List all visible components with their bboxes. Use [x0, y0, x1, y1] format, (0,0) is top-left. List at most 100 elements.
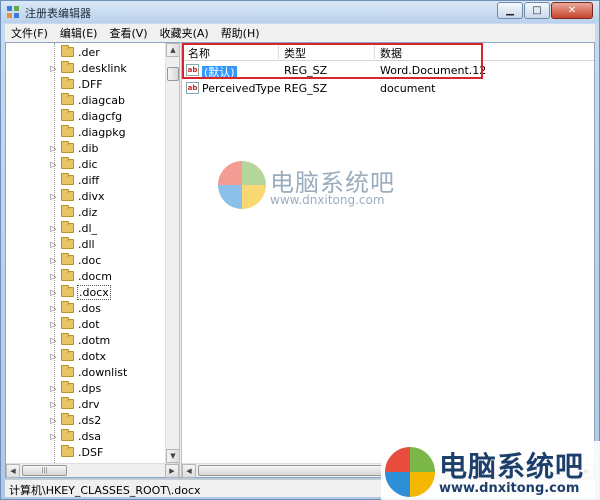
windows-logo-icon [385, 447, 435, 497]
scroll-right-button[interactable]: ▶ [165, 464, 179, 478]
tree-item[interactable]: ▷ .dot [6, 316, 166, 332]
registry-tree[interactable]: .der ▷ .desklink .DFF .diagcab .diagcfg .diagp… [6, 43, 179, 477]
tree-item[interactable]: ▷ .desklink [6, 60, 166, 76]
tree-item-label: .drv [78, 397, 100, 411]
tree-item[interactable]: .DFF [6, 76, 166, 92]
tree-item-label: .diagpkg [78, 125, 126, 139]
scroll-up-button[interactable]: ▲ [166, 43, 180, 57]
tree-item[interactable]: ▷ .dps [6, 380, 166, 396]
tree-item-label: .dll [78, 237, 95, 251]
title-bar[interactable]: 注册表编辑器 ▁ □ ✕ [1, 1, 599, 23]
expand-arrow-icon[interactable]: ▷ [49, 288, 58, 297]
menu-file[interactable]: 文件(F) [5, 25, 54, 41]
maximize-button[interactable]: □ [524, 2, 550, 19]
tree-item[interactable]: ▷ .docm [6, 268, 166, 284]
expand-arrow-icon[interactable]: ▷ [49, 272, 58, 281]
tree-item[interactable]: .diagcfg [6, 108, 166, 124]
scroll-down-button[interactable]: ▼ [166, 449, 180, 463]
tree-item[interactable]: ▷ .ds2 [6, 412, 166, 428]
tree-item[interactable]: ▷ .dos [6, 300, 166, 316]
expand-arrow-icon[interactable]: ▷ [49, 320, 58, 329]
folder-icon [61, 173, 74, 185]
tree-item[interactable]: ▷ .dotx [6, 348, 166, 364]
minimize-icon: ▁ [506, 5, 514, 16]
tree-item[interactable]: ▷ .dib [6, 140, 166, 156]
expand-arrow-icon[interactable]: ▷ [49, 144, 58, 153]
tree-item[interactable]: .der [6, 44, 166, 60]
window-title: 注册表编辑器 [25, 7, 91, 20]
tree-item[interactable]: ▷ .doc [6, 252, 166, 268]
scroll-left-button[interactable]: ◀ [6, 464, 20, 478]
expand-arrow-icon[interactable]: ▷ [49, 64, 58, 73]
close-button[interactable]: ✕ [551, 2, 593, 19]
watermark-url: www.dnxitong.com [270, 193, 385, 207]
folder-icon [61, 413, 74, 425]
tree-item-label: .diz [78, 205, 98, 219]
folder-icon [61, 45, 74, 57]
tree-item-label: .docm [78, 269, 112, 283]
arrow-up-icon: ▲ [170, 46, 176, 54]
folder-icon [61, 221, 74, 233]
tree-horizontal-scrollbar[interactable]: ◀ ||| ▶ [6, 463, 179, 478]
folder-icon [61, 317, 74, 329]
tree-item-label: .doc [78, 253, 102, 267]
menu-help[interactable]: 帮助(H) [215, 25, 266, 41]
minimize-button[interactable]: ▁ [497, 2, 523, 19]
tree-item-label: .dot [78, 317, 100, 331]
scroll-thumb-horizontal[interactable]: ||| [22, 465, 67, 476]
ab-string-icon: ab [186, 82, 199, 94]
folder-icon [61, 109, 74, 121]
tree-item-label: .docx [77, 284, 111, 300]
tree-item[interactable]: .diz [6, 204, 166, 220]
status-path: 计算机\HKEY_CLASSES_ROOT\.docx [9, 484, 201, 497]
expand-arrow-icon[interactable]: ▷ [49, 160, 58, 169]
folder-icon [61, 77, 74, 89]
folder-icon [61, 397, 74, 409]
folder-icon [61, 93, 74, 105]
expand-arrow-icon[interactable]: ▷ [49, 224, 58, 233]
value-name: PerceivedType [202, 82, 281, 95]
tree-vertical-scrollbar[interactable]: ▲ ▼ [165, 43, 180, 463]
tree-item[interactable]: ▷ .divx [6, 188, 166, 204]
expand-arrow-icon[interactable]: ▷ [49, 192, 58, 201]
tree-item[interactable]: .downlist [6, 364, 166, 380]
tree-item[interactable]: ▷ .docx [6, 284, 166, 300]
tree-item[interactable]: .diagcab [6, 92, 166, 108]
close-icon: ✕ [567, 5, 577, 16]
tree-item[interactable]: .diff [6, 172, 166, 188]
tree-item-label: .diagcfg [78, 109, 123, 123]
tree-item[interactable]: ▷ .drv [6, 396, 166, 412]
tree-item-label: .der [78, 45, 100, 59]
expand-arrow-icon[interactable]: ▷ [49, 432, 58, 441]
expand-arrow-icon[interactable]: ▷ [49, 416, 58, 425]
tree-item[interactable]: ▷ .dl_ [6, 220, 166, 236]
scroll-thumb[interactable] [167, 67, 179, 81]
tree-item-label: .dos [78, 301, 101, 315]
expand-arrow-icon[interactable]: ▷ [49, 240, 58, 249]
expand-arrow-icon[interactable]: ▷ [49, 256, 58, 265]
menu-bar: 文件(F) 编辑(E) 查看(V) 收藏夹(A) 帮助(H) [5, 24, 595, 42]
tree-item[interactable]: ▷ .dotm [6, 332, 166, 348]
tree-item-label: .dotm [78, 333, 111, 347]
expand-arrow-icon[interactable]: ▷ [49, 352, 58, 361]
tree-item[interactable]: .diagpkg [6, 124, 166, 140]
folder-icon [61, 141, 74, 153]
menu-view[interactable]: 查看(V) [103, 25, 153, 41]
expand-arrow-icon[interactable]: ▷ [49, 384, 58, 393]
expand-arrow-icon[interactable]: ▷ [49, 304, 58, 313]
tree-item[interactable]: ▷ .dll [6, 236, 166, 252]
folder-icon [61, 333, 74, 345]
windows-logo-icon [218, 161, 266, 209]
red-highlight-box [182, 43, 483, 79]
list-row[interactable]: ab PerceivedType REG_SZ document [182, 80, 594, 97]
menu-edit[interactable]: 编辑(E) [54, 25, 104, 41]
tree-item[interactable]: ▷ .dsa [6, 428, 166, 444]
expand-arrow-icon[interactable]: ▷ [49, 400, 58, 409]
tree-item[interactable]: .DSF [6, 444, 166, 460]
expand-arrow-icon[interactable]: ▷ [49, 336, 58, 345]
value-type: REG_SZ [284, 82, 328, 95]
tree-item[interactable]: ▷ .dic [6, 156, 166, 172]
scroll-left-button[interactable]: ◀ [182, 464, 196, 478]
menu-favorites[interactable]: 收藏夹(A) [154, 25, 215, 41]
folder-icon [61, 365, 74, 377]
